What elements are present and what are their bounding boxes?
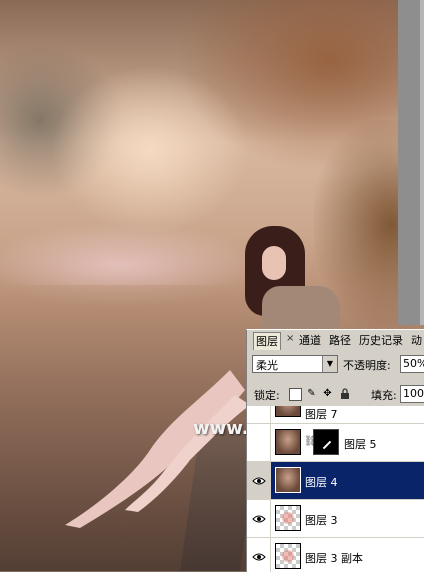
layer-list: 图层 7 ⛓ 图层 5 图层 4 图层 3 图层 3 副本 xyxy=(247,406,424,572)
layer-row-selected[interactable]: 图层 4 xyxy=(247,462,424,500)
blend-mode-value: 柔光 xyxy=(256,359,278,372)
visibility-toggle[interactable] xyxy=(247,462,271,499)
layer-name: 图层 4 xyxy=(305,476,338,489)
tab-layers[interactable]: 图层 xyxy=(253,332,281,350)
layer-name: 图层 5 xyxy=(344,438,377,451)
girl-legs xyxy=(65,370,250,528)
layer-row[interactable]: ⛓ 图层 5 xyxy=(247,424,424,462)
visibility-toggle[interactable] xyxy=(247,424,271,461)
lock-label: 锁定: xyxy=(254,389,280,402)
tab-channels[interactable]: 通道 xyxy=(297,332,323,349)
fill-label: 填充: xyxy=(371,389,397,402)
visibility-toggle[interactable] xyxy=(247,538,271,572)
checker-lock-icon[interactable] xyxy=(289,388,302,401)
layer-thumbnail xyxy=(275,406,301,417)
blend-row: 柔光 ▼ 不透明度: 50% xyxy=(247,352,424,376)
layer-row[interactable]: 图层 3 副本 xyxy=(247,538,424,572)
layer-name: 图层 3 xyxy=(305,514,338,527)
layer-name: 图层 7 xyxy=(305,408,338,421)
panel-tabs: 图层 × 通道 路径 历史记录 动 xyxy=(247,330,424,350)
padlock-icon[interactable] xyxy=(339,388,350,399)
layer-name: 图层 3 副本 xyxy=(305,552,363,565)
eye-icon xyxy=(252,515,266,522)
visibility-toggle[interactable] xyxy=(247,500,271,537)
layer-thumbnail xyxy=(275,543,301,569)
opacity-input[interactable]: 50% xyxy=(400,355,424,373)
eye-icon xyxy=(252,553,266,560)
layer-thumbnail xyxy=(275,429,301,455)
layer-thumbnail xyxy=(275,505,301,531)
blend-mode-select[interactable]: 柔光 ▼ xyxy=(252,355,338,373)
chevron-down-icon[interactable]: ▼ xyxy=(322,356,337,372)
lock-row: 锁定: ✎ ✥ 填充: 100% xyxy=(247,380,424,406)
move-lock-icon[interactable]: ✥ xyxy=(322,388,333,399)
canvas-scrollbar-strip xyxy=(398,0,424,325)
close-icon[interactable]: × xyxy=(286,333,294,344)
layer-mask-thumbnail[interactable] xyxy=(313,429,339,455)
tab-history[interactable]: 历史记录 xyxy=(357,332,405,349)
visibility-toggle[interactable] xyxy=(247,406,271,423)
fill-input[interactable]: 100% xyxy=(400,385,424,403)
layers-panel: 图层 × 通道 路径 历史记录 动 柔光 ▼ 不透明度: 50% 锁定: ✎ ✥… xyxy=(246,329,424,572)
layer-row[interactable]: 图层 3 xyxy=(247,500,424,538)
girl-face xyxy=(262,246,286,280)
eye-icon xyxy=(252,477,266,484)
layer-row[interactable]: 图层 7 xyxy=(247,406,424,424)
tab-actions[interactable]: 动 xyxy=(409,332,424,349)
layer-thumbnail xyxy=(275,467,301,493)
opacity-label: 不透明度: xyxy=(343,359,391,372)
brush-lock-icon[interactable]: ✎ xyxy=(306,388,317,399)
tab-paths[interactable]: 路径 xyxy=(327,332,353,349)
